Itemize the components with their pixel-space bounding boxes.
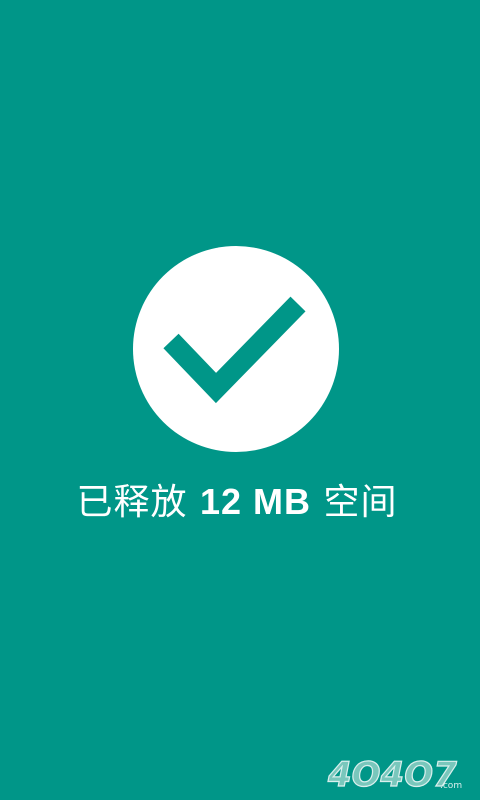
success-badge: [133, 246, 339, 452]
freed-prefix: 已释放: [76, 482, 188, 523]
freed-space-message: 已释放 12 MB 空间: [0, 478, 474, 527]
svg-text:4O4O7: 4O4O7: [327, 755, 457, 795]
svg-text:.com: .com: [440, 781, 462, 791]
checkmark-icon: [163, 296, 306, 404]
cleanup-complete-screen: 已释放 12 MB 空间 4O4O7 .com: [0, 0, 480, 800]
watermark-logo-image: 4O4O7 .com: [326, 754, 462, 795]
freed-amount: 12 MB: [199, 481, 312, 522]
freed-suffix: 空间: [323, 482, 398, 523]
site-watermark-logo: 4O4O7 .com: [322, 748, 472, 796]
